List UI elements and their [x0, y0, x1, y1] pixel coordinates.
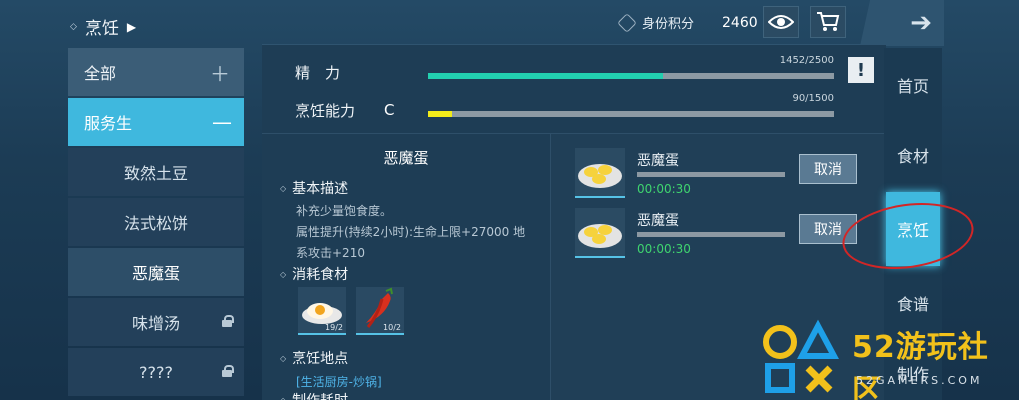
sidebar-item-label: 致然土豆	[123, 164, 188, 183]
energy-value: 1452/2500	[779, 55, 834, 66]
diamond-icon: ◇	[280, 353, 287, 363]
cooking-skill-value: 90/1500	[792, 93, 834, 104]
queue-item-name: 恶魔蛋	[637, 213, 679, 229]
watermark-site: 52GAMERS.COM	[856, 374, 983, 387]
sidebar-item-all[interactable]: 全部 ＋	[68, 48, 244, 96]
play-arrow-icon: ▶	[126, 19, 137, 34]
deviled-egg-icon	[578, 224, 622, 248]
cooking-grade: C	[384, 101, 395, 119]
sidebar-item-label: ????	[139, 362, 173, 382]
badge-icon	[617, 12, 637, 33]
shop-button[interactable]	[810, 6, 846, 38]
section-title: 基本描述	[292, 181, 349, 197]
category-sidebar: 全部 ＋ 服务生 — 致然土豆 法式松饼 恶魔蛋 味增汤 ????	[68, 48, 244, 398]
sidebar-item-recipe-locked[interactable]: 味增汤	[68, 298, 244, 346]
sidebar-item-recipe-selected[interactable]: 恶魔蛋	[68, 248, 244, 296]
lock-icon	[222, 315, 234, 327]
watermark-brand: 52游玩社区	[852, 330, 989, 400]
diamond-icon: ◇	[280, 183, 287, 193]
view-button[interactable]	[763, 6, 799, 38]
recipe-detail: 恶魔蛋 ◇ 基本描述 补充少量饱食度。 属性提升(持续2小时):生命上限+270…	[262, 133, 550, 400]
energy-bar-fill	[428, 73, 664, 79]
section-title: 烹饪地点	[292, 351, 349, 367]
sidebar-item-label: 法式松饼	[123, 214, 188, 233]
sidebar-item-recipe[interactable]: 致然土豆	[68, 148, 244, 196]
section-title: 制作耗时	[292, 390, 348, 400]
queue-item-progress	[637, 172, 785, 177]
lock-icon	[222, 365, 234, 377]
ingredient-qty: 19/2	[325, 323, 343, 332]
sidebar-item-label: 全部	[84, 64, 117, 83]
info-button[interactable]: !	[848, 57, 874, 83]
deviled-egg-icon	[578, 164, 622, 188]
sidebar-item-recipe[interactable]: 法式松饼	[68, 198, 244, 246]
location-heading: ◇ 烹饪地点	[280, 348, 348, 368]
sidebar-item-label: 味增汤	[131, 314, 180, 333]
queue-item-thumbnail	[575, 208, 625, 258]
energy-bar	[428, 73, 834, 79]
cart-icon	[817, 12, 840, 31]
sidebar-item-waiter[interactable]: 服务生 —	[68, 98, 244, 146]
score-value: 2460	[722, 15, 758, 31]
minus-icon: —	[212, 110, 232, 134]
top-bar: ◇ 烹饪 ▶ 身份积分 2460 ➔	[0, 0, 1019, 48]
basic-description-heading: ◇ 基本描述	[280, 178, 348, 198]
diamond-icon: ◇	[70, 21, 77, 32]
diamond-icon: ◇	[280, 269, 287, 279]
queue-item-progress	[637, 232, 785, 237]
description-line: 属性提升(持续2小时):生命上限+27000 地	[296, 225, 526, 239]
ingredient-slot[interactable]: 19/2	[298, 287, 346, 335]
tab-ingredients[interactable]: 食材	[884, 118, 942, 192]
recipe-title: 恶魔蛋	[383, 149, 429, 167]
plus-icon: ＋	[210, 61, 230, 86]
description-line: 补充少量饱食度。	[296, 204, 393, 218]
queue-item-name: 恶魔蛋	[637, 153, 679, 169]
score-display: 身份积分	[617, 12, 695, 33]
energy-row: 精 力 1452/2500	[262, 51, 886, 93]
cooking-skill-bar	[428, 111, 834, 117]
cooking-skill-label: 烹饪能力	[295, 101, 356, 120]
location-link[interactable]: [生活厨房-炒锅]	[296, 373, 382, 390]
section-title: 消耗食材	[292, 267, 349, 283]
ingredient-slot[interactable]: 10/2	[356, 287, 404, 335]
arrow-right-icon: ➔	[910, 8, 932, 38]
ingredient-qty: 10/2	[383, 323, 401, 332]
breadcrumb[interactable]: ◇ 烹饪 ▶	[70, 14, 136, 39]
queue-item: 恶魔蛋 00:00:30 取消	[575, 208, 875, 262]
energy-label: 精 力	[295, 63, 341, 82]
cooking-skill-bar-fill	[428, 111, 453, 117]
cooking-skill-row: 烹饪能力 C 90/1500	[262, 89, 886, 131]
ingredients-heading: ◇ 消耗食材	[280, 264, 348, 284]
score-label: 身份积分	[642, 17, 695, 32]
sidebar-item-label: 服务生	[84, 114, 133, 133]
sidebar-item-recipe-locked[interactable]: ????	[68, 348, 244, 396]
description-line: 系攻击+210	[296, 246, 365, 260]
back-button[interactable]: ➔	[860, 0, 944, 46]
tab-home[interactable]: 首页	[884, 48, 942, 122]
queue-item-thumbnail	[575, 148, 625, 198]
eye-icon	[768, 15, 794, 29]
cancel-button[interactable]: 取消	[799, 154, 857, 184]
queue-item-timer: 00:00:30	[637, 242, 691, 256]
sidebar-item-label: 恶魔蛋	[131, 264, 180, 283]
watermark-logo-icon	[763, 319, 839, 393]
time-heading: ◇ 制作耗时	[280, 390, 348, 400]
queue-item: 恶魔蛋 00:00:30 取消	[575, 148, 875, 202]
queue-item-timer: 00:00:30	[637, 182, 691, 196]
breadcrumb-label: 烹饪	[84, 19, 119, 39]
diamond-icon: ◇	[280, 395, 287, 400]
